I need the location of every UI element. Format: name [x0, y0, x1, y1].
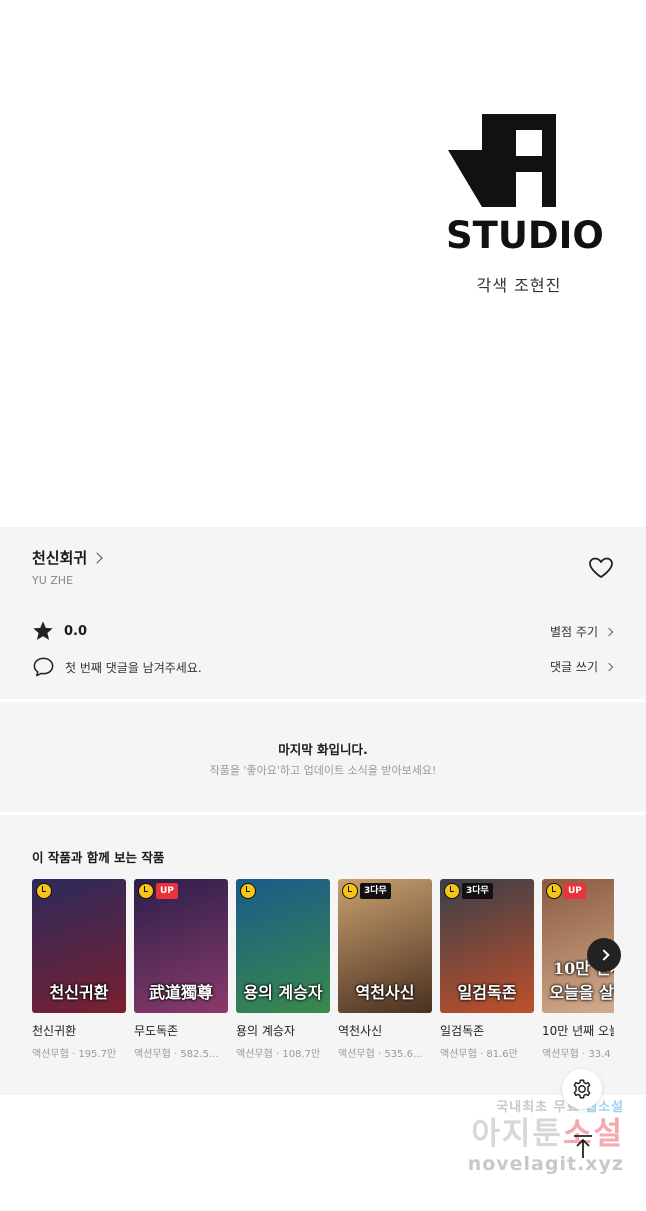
recommendation-card[interactable]: 용의 계승자 용의 계승자 액션무협 · 108.7만: [236, 879, 330, 1060]
card-title: 10만 년째 오늘을 살던 놈: [542, 1024, 614, 1038]
last-episode-notice: 마지막 화입니다. 작품을 '좋아요'하고 업데이트 소식을 받아보세요!: [0, 702, 646, 812]
cover-badge: UP: [564, 883, 586, 899]
clock-icon: [342, 883, 358, 899]
rate-button[interactable]: 별점 주기: [550, 623, 614, 640]
cover-title-art: 역천사신: [355, 983, 415, 1002]
series-author: YU ZHE: [32, 574, 74, 587]
card-meta: 액션무협 · 108.7만: [236, 1049, 321, 1060]
clock-icon: [444, 883, 460, 899]
write-comment-button[interactable]: 댓글 쓰기: [550, 658, 614, 675]
card-title: 일검독존: [440, 1024, 485, 1038]
speech-bubble-icon: [33, 657, 54, 677]
cover-badge: 3다무: [360, 883, 391, 899]
star-icon: [33, 621, 53, 640]
card-title: 무도독존: [134, 1024, 179, 1038]
cover-badge: UP: [156, 883, 178, 899]
clock-icon: [240, 883, 256, 899]
recommendation-card[interactable]: 3다무 일검독존 일검독존 액션무협 · 81.6만: [440, 879, 534, 1060]
card-meta: 액션무협 · 81.6만: [440, 1049, 518, 1060]
heart-icon[interactable]: [588, 556, 614, 580]
rating-display: 0.0: [32, 620, 87, 642]
cover-title-art: 천신귀환: [49, 983, 109, 1002]
chevron-right-icon: [91, 551, 103, 564]
rate-button-label: 별점 주기: [550, 625, 598, 639]
write-comment-label: 댓글 쓰기: [550, 660, 598, 674]
recommendation-card[interactable]: 천신귀환 천신귀환 액션무협 · 195.7만: [32, 879, 126, 1060]
comment-prompt: 첫 번째 댓글을 남겨주세요.: [32, 656, 202, 678]
card-meta: 액션무협 · 195.7만: [32, 1049, 117, 1060]
recommendations-heading: 이 작품과 함께 보는 작품: [32, 850, 165, 865]
gear-icon: [573, 1079, 591, 1099]
series-title-link[interactable]: 천신회귀: [32, 547, 103, 568]
chevron-right-icon: [604, 662, 614, 671]
comment-prompt-text: 첫 번째 댓글을 남겨주세요.: [65, 660, 202, 675]
carousel-next-button[interactable]: [587, 938, 621, 972]
clock-icon: [546, 883, 562, 899]
card-meta: 액션무협 · 582.5...: [134, 1049, 219, 1060]
cover-badge: 3다무: [462, 883, 493, 899]
clock-icon: [138, 883, 154, 899]
cover-title-art: 武道獨尊: [148, 983, 213, 1002]
card-meta: 액션무협 · 33.4: [542, 1049, 611, 1060]
series-title: 천신회귀: [32, 549, 88, 567]
card-title: 용의 계승자: [236, 1024, 296, 1038]
last-episode-title: 마지막 화입니다.: [278, 742, 368, 757]
card-meta: 액션무협 · 535.6...: [338, 1049, 423, 1060]
rating-score: 0.0: [64, 623, 88, 639]
watermark-line2: 아지툰: [471, 1116, 563, 1152]
series-info-section: 천신회귀 YU ZHE 0.0 별점 주기 첫 번째 댓글을 남겨주세요. 댓글…: [0, 527, 646, 699]
cover-thumbnail: 용의 계승자: [236, 879, 330, 1013]
cover-thumbnail: 천신귀환: [32, 879, 126, 1013]
card-title: 역천사신: [338, 1024, 383, 1038]
card-title: 천신귀환: [32, 1024, 77, 1038]
cover-thumbnail: 3다무역천사신: [338, 879, 432, 1013]
recommendation-card[interactable]: UP 武道獨尊 무도독존액션무협 · 582.5...: [134, 879, 228, 1060]
clock-icon: [36, 883, 52, 899]
cover-title-art: 일검독존: [457, 983, 517, 1002]
scroll-to-top-icon[interactable]: [566, 1132, 600, 1162]
credit-line: 각색 조현진: [476, 276, 562, 295]
last-episode-subtitle: 작품을 '좋아요'하고 업데이트 소식을 받아보세요!: [209, 764, 437, 777]
cover-thumbnail: UP 武道獨尊: [134, 879, 228, 1013]
recommendations-section: 이 작품과 함께 보는 작품 천신귀환 천신귀환 액션무협 · 195.7만 UP 武道…: [0, 815, 646, 1095]
cover-thumbnail: 3다무일검독존: [440, 879, 534, 1013]
studio-logo-text: STUDIO: [446, 214, 604, 257]
recommendation-carousel: 천신귀환 천신귀환 액션무협 · 195.7만 UP 武道獨尊 무도독존 액션무협 · 58…: [32, 879, 614, 1079]
chevron-right-icon: [604, 627, 614, 636]
settings-button[interactable]: [562, 1069, 602, 1109]
cover-title-art: 용의 계승자: [243, 983, 323, 1002]
recommendation-card[interactable]: 3다무 역천사신 역천사신 액션무협 · 535.6...: [338, 879, 432, 1060]
chevron-right-icon: [598, 949, 610, 961]
end-credits-panel: STUDIO 각색 조현진: [0, 0, 646, 527]
